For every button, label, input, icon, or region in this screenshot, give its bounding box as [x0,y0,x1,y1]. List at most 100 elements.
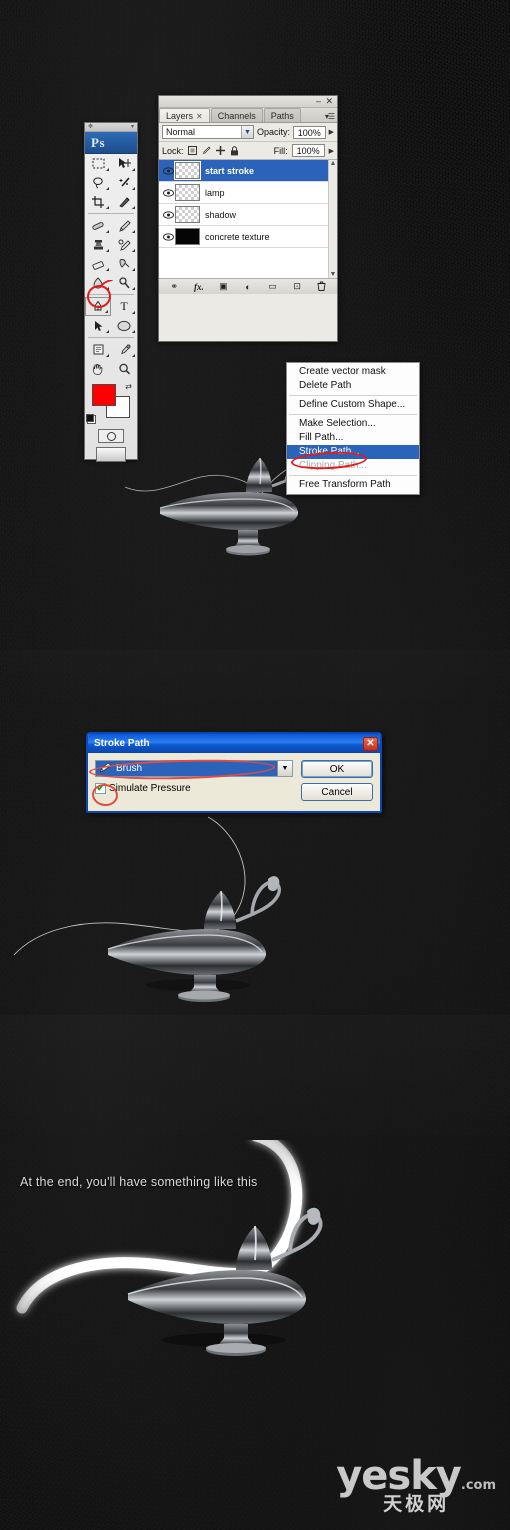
chevron-down-icon[interactable]: ▼ [277,761,292,776]
lasso-tool[interactable] [85,173,111,192]
history-brush-tool[interactable] [111,235,137,254]
layer-style-button[interactable]: fx. [192,282,206,292]
marquee-tool[interactable] [85,154,111,173]
swap-colors-icon[interactable]: ⇄ [125,382,132,391]
menu-item-make-selection[interactable]: Make Selection... [287,417,419,431]
brush-icon [99,761,112,776]
tab-channels[interactable]: Channels [210,108,263,122]
blur-tool[interactable] [85,273,111,292]
quick-mask-button[interactable] [98,429,124,443]
layer-thumbnail[interactable] [175,206,200,223]
layer-mask-button[interactable]: ▣ [216,281,230,292]
fill-slider-icon[interactable]: ▶ [329,147,334,155]
menu-item-create-vector-mask[interactable]: Create vector mask [287,365,419,379]
lock-position-icon[interactable] [216,146,226,156]
move-tool[interactable] [111,154,137,173]
simulate-pressure-row[interactable]: ✔ Simulate Pressure [95,783,293,794]
menu-item-stroke-path[interactable]: Stroke Path... [287,445,419,459]
quick-mask-toggle[interactable] [85,429,137,443]
lock-transparency-icon[interactable] [188,146,198,156]
magic-wand-tool[interactable] [111,173,137,192]
menu-item-free-transform-path[interactable]: Free Transform Path [287,478,419,492]
brush-tool[interactable] [111,216,137,235]
eraser-tool[interactable] [85,254,111,273]
scroll-down-icon[interactable]: ▼ [330,271,337,278]
eye-icon[interactable] [161,188,175,197]
eye-icon[interactable] [161,232,175,241]
dodge-tool[interactable] [111,273,137,292]
gradient-tool[interactable] [111,254,137,273]
dialog-titlebar[interactable]: Stroke Path ✕ [88,734,380,753]
pen-tool[interactable] [85,297,111,316]
default-colors-icon[interactable] [86,414,96,424]
close-icon[interactable]: ✕ [325,96,333,107]
clone-stamp-tool[interactable] [85,235,111,254]
scroll-up-icon[interactable]: ▲ [330,160,337,167]
layers-panel[interactable]: – ✕ Layers ✕ Channels Paths ▾☰ Normal ▼ O… [158,95,338,342]
color-swatches[interactable]: ⇄ [85,381,137,427]
simulate-pressure-label: Simulate Pressure [109,783,191,794]
cancel-button[interactable]: Cancel [301,783,373,801]
ellipse-shape-tool[interactable] [111,316,137,335]
layer-thumbnail[interactable] [175,184,200,201]
tab-layers-close-icon[interactable]: ✕ [196,112,203,121]
stroke-path-dialog[interactable]: Stroke Path ✕ Brush ▼ ✔ Simulate Pressur… [86,732,382,813]
fill-input[interactable]: 100% [291,144,325,157]
healing-brush-tool[interactable] [85,216,111,235]
layer-row[interactable]: lamp [159,182,337,204]
new-group-button[interactable]: ▭ [266,281,280,292]
slice-tool[interactable] [111,192,137,211]
fill-label: Fill: [273,145,288,156]
layer-thumbnail[interactable] [174,161,201,180]
lock-row[interactable]: Lock: Fill: 100% ▶ [159,142,337,160]
layers-panel-footer[interactable]: ⚭ fx. ▣ ◐ ▭ ⊡ [159,278,337,294]
eye-icon[interactable] [161,166,175,175]
layer-list-scrollbar[interactable]: ▲ ▼ [328,160,337,278]
menu-item-fill-path[interactable]: Fill Path... [287,431,419,445]
foreground-color-swatch[interactable] [92,384,116,406]
delete-layer-button[interactable] [315,281,329,293]
path-context-menu[interactable]: Create vector mask Delete Path Define Cu… [286,362,420,495]
blend-mode-select[interactable]: Normal ▼ [162,125,254,139]
lock-image-pixels-icon[interactable] [202,146,212,156]
hand-tool[interactable] [85,359,111,378]
new-layer-button[interactable]: ⊡ [290,281,304,292]
screen-mode-toggle[interactable] [85,447,137,462]
watermark-name-text: yesky [336,1453,462,1499]
panel-menu-icon[interactable]: ▾☰ [325,112,335,121]
notes-tool[interactable] [85,340,111,359]
blend-mode-row[interactable]: Normal ▼ Opacity: 100% ▶ [159,123,337,142]
lock-all-icon[interactable] [230,145,240,156]
layers-panel-tabs[interactable]: Layers ✕ Channels Paths ▾☰ [159,108,337,123]
opacity-input[interactable]: 100% [292,125,326,139]
layer-thumbnail[interactable] [175,228,200,245]
tab-layers[interactable]: Layers ✕ [159,108,210,122]
tab-paths[interactable]: Paths [263,108,301,122]
opacity-slider-icon[interactable]: ▶ [329,128,334,136]
ok-button[interactable]: OK [301,760,373,778]
eye-icon[interactable] [161,210,175,219]
menu-item-delete-path[interactable]: Delete Path [287,379,419,393]
toolbar-grip[interactable]: ✥ ▾ [85,123,137,132]
layer-row[interactable]: concrete texture [159,226,337,248]
stroke-tool-select[interactable]: Brush ▼ [95,760,293,777]
layer-row[interactable]: start stroke [159,160,337,182]
layer-list[interactable]: start stroke lamp shadow concrete textur… [159,160,337,278]
eyedropper-tool[interactable] [111,340,137,359]
close-icon[interactable]: ✕ [363,736,378,751]
type-tool[interactable]: T [111,297,137,316]
chevron-down-icon[interactable]: ▼ [240,126,253,138]
minimize-icon[interactable]: – [316,96,321,107]
link-layers-button[interactable]: ⚭ [167,281,181,292]
crop-tool[interactable] [85,192,111,211]
photoshop-toolbar[interactable]: ✥ ▾ Ps T ⇄ [84,122,138,462]
layers-panel-titlebar[interactable]: – ✕ [159,96,337,108]
layer-row[interactable]: shadow [159,204,337,226]
photoshop-logo: Ps [85,132,137,154]
zoom-tool[interactable] [111,359,137,378]
menu-item-define-custom-shape[interactable]: Define Custom Shape... [287,398,419,412]
simulate-pressure-checkbox[interactable]: ✔ [95,783,106,794]
screen-mode-button[interactable] [96,447,126,462]
path-selection-tool[interactable] [85,316,111,335]
adjustment-layer-button[interactable]: ◐ [241,282,255,292]
